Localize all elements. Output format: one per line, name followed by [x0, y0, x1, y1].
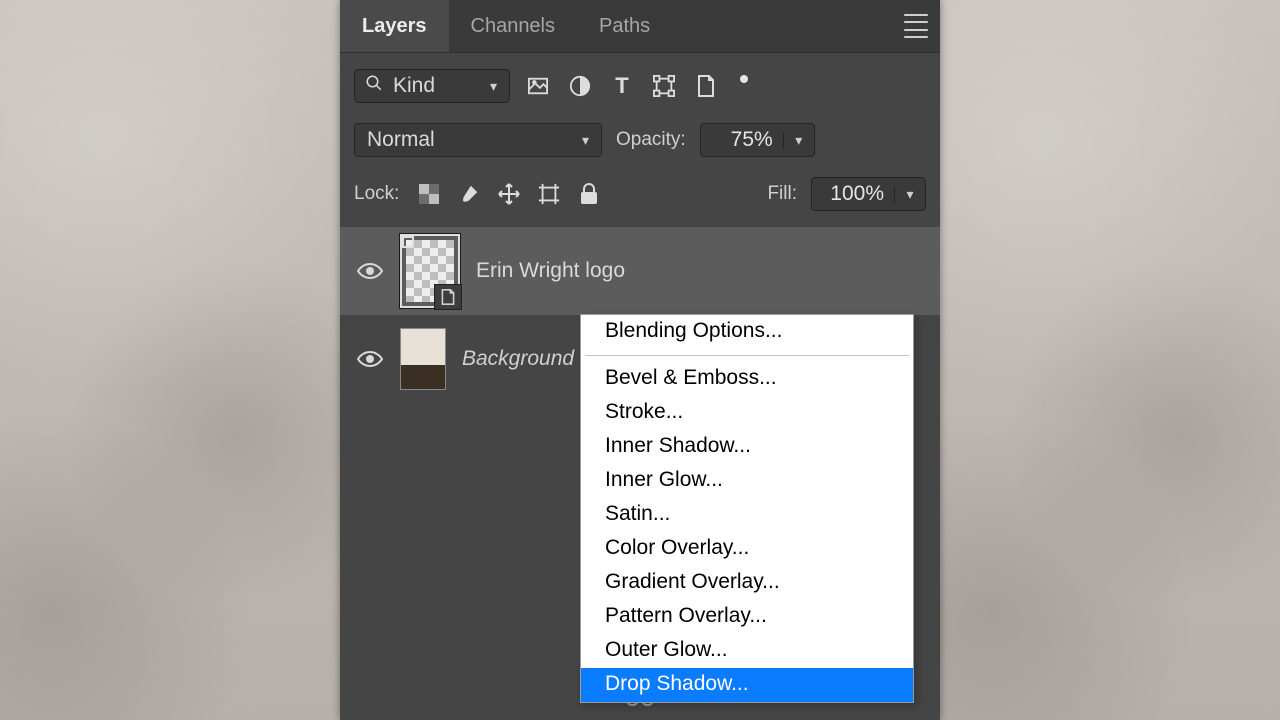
- menu-separator: [585, 355, 909, 356]
- menu-color-overlay[interactable]: Color Overlay...: [581, 532, 913, 566]
- filter-row: Kind ▾ T: [340, 53, 940, 113]
- fill-input[interactable]: 100% ▾: [811, 177, 926, 211]
- filter-pixel-icon[interactable]: [524, 72, 552, 100]
- lock-all-icon[interactable]: [575, 180, 603, 208]
- visibility-toggle[interactable]: [356, 257, 384, 285]
- chevron-down-icon[interactable]: ▾: [783, 132, 814, 149]
- layer-name[interactable]: Erin Wright logo: [476, 259, 625, 283]
- chevron-down-icon: ▾: [490, 78, 497, 95]
- lock-transparency-icon[interactable]: [415, 180, 443, 208]
- fill-label: Fill:: [767, 183, 797, 205]
- blend-row: Normal ▾ Opacity: 75% ▾: [340, 113, 940, 167]
- fill-value: 100%: [812, 182, 894, 206]
- layer-thumbnail[interactable]: [400, 328, 446, 390]
- lock-artboard-icon[interactable]: [535, 180, 563, 208]
- tab-paths[interactable]: Paths: [577, 0, 672, 52]
- filter-type-text-icon[interactable]: T: [608, 72, 636, 100]
- panel-tabs: Layers Channels Paths: [340, 0, 940, 53]
- opacity-value: 75%: [701, 128, 783, 152]
- layer-style-menu: Blending Options... Bevel & Emboss... St…: [580, 314, 914, 703]
- lock-move-icon[interactable]: [495, 180, 523, 208]
- tab-layers[interactable]: Layers: [340, 0, 449, 52]
- filter-shape-icon[interactable]: [650, 72, 678, 100]
- lock-brush-icon[interactable]: [455, 180, 483, 208]
- tab-channels[interactable]: Channels: [449, 0, 578, 52]
- menu-outer-glow[interactable]: Outer Glow...: [581, 634, 913, 668]
- filter-toggle[interactable]: [734, 72, 754, 100]
- blend-mode-select[interactable]: Normal ▾: [354, 123, 602, 157]
- opacity-label: Opacity:: [616, 129, 686, 151]
- menu-drop-shadow[interactable]: Drop Shadow...: [581, 668, 913, 702]
- menu-bevel-emboss[interactable]: Bevel & Emboss...: [581, 362, 913, 396]
- filter-type-select[interactable]: Kind ▾: [354, 69, 510, 103]
- layer-name[interactable]: Background: [462, 347, 574, 371]
- filter-smartobject-icon[interactable]: [692, 72, 720, 100]
- menu-inner-shadow[interactable]: Inner Shadow...: [581, 430, 913, 464]
- search-icon: [365, 74, 383, 98]
- filter-adjustment-icon[interactable]: [566, 72, 594, 100]
- layer-row[interactable]: Erin Wright logo: [340, 227, 940, 315]
- lock-row: Lock: Fill: 100% ▾: [340, 167, 940, 221]
- chevron-down-icon: ▾: [582, 132, 589, 149]
- chevron-down-icon[interactable]: ▾: [894, 186, 925, 203]
- blend-mode-value: Normal: [367, 128, 435, 152]
- menu-stroke[interactable]: Stroke...: [581, 396, 913, 430]
- filter-type-label: Kind: [393, 74, 435, 98]
- menu-inner-glow[interactable]: Inner Glow...: [581, 464, 913, 498]
- menu-satin[interactable]: Satin...: [581, 498, 913, 532]
- opacity-input[interactable]: 75% ▾: [700, 123, 815, 157]
- background-texture-left: [0, 0, 340, 720]
- panel-menu-icon[interactable]: [904, 14, 928, 38]
- menu-gradient-overlay[interactable]: Gradient Overlay...: [581, 566, 913, 600]
- visibility-toggle[interactable]: [356, 345, 384, 373]
- menu-blending-options[interactable]: Blending Options...: [581, 315, 913, 349]
- layer-thumbnail[interactable]: [400, 234, 460, 308]
- lock-label: Lock:: [354, 183, 399, 205]
- background-texture-right: [940, 0, 1280, 720]
- smart-object-badge-icon: [434, 284, 462, 310]
- menu-pattern-overlay[interactable]: Pattern Overlay...: [581, 600, 913, 634]
